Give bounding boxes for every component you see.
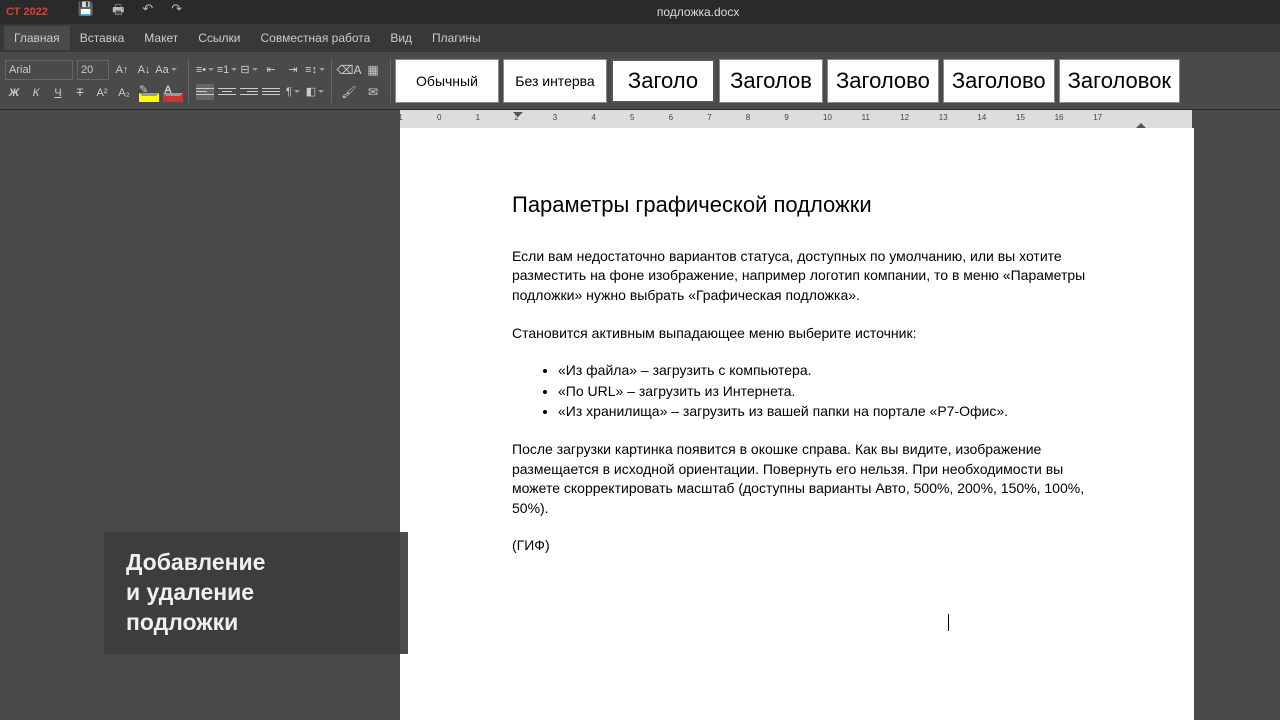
list-item[interactable]: «Из файла» – загрузить с компьютера.: [558, 361, 1112, 381]
bold-button[interactable]: Ж: [5, 84, 23, 102]
tab-view[interactable]: Вид: [380, 26, 422, 50]
tab-insert[interactable]: Вставка: [70, 26, 135, 50]
bullets-button[interactable]: ≡•: [196, 61, 214, 79]
font-size-select[interactable]: [77, 60, 109, 80]
strikethrough-button[interactable]: Т: [71, 84, 89, 102]
video-caption-overlay: Добавление и удаление подложки: [104, 532, 408, 654]
doc-heading[interactable]: Параметры графической подложки: [512, 190, 1112, 221]
tab-collaboration[interactable]: Совместная работа: [251, 26, 381, 50]
app-logo: СТ 2022: [6, 6, 48, 18]
clear-format-button[interactable]: ⌫A: [339, 61, 359, 79]
increase-indent-button[interactable]: ⇥: [284, 61, 302, 79]
style-preset-0[interactable]: Обычный: [395, 59, 499, 103]
insert-field-button[interactable]: ✉: [363, 83, 383, 101]
separator: [390, 59, 391, 103]
borders-button[interactable]: ▦: [363, 61, 383, 79]
change-case-icon[interactable]: Aa: [157, 61, 175, 79]
doc-paragraph[interactable]: После загрузки картинка появится в окошк…: [512, 440, 1112, 518]
font-name-select[interactable]: [5, 60, 73, 80]
align-right-button[interactable]: [240, 84, 258, 100]
align-justify-button[interactable]: [262, 84, 280, 100]
line-spacing-button[interactable]: ≡↕: [306, 61, 324, 79]
align-left-button[interactable]: [196, 84, 214, 100]
doc-paragraph[interactable]: Если вам недостаточно вариантов статуса,…: [512, 247, 1112, 306]
underline-button[interactable]: Ч: [49, 84, 67, 102]
increase-font-icon[interactable]: A↑: [113, 61, 131, 79]
title-bar: СТ 2022 💾 🖶 ↶ ↷ подложка.docx: [0, 0, 1280, 24]
list-item[interactable]: «Из хранилища» – загрузить из вашей папк…: [558, 402, 1112, 422]
numbering-button[interactable]: ≡1: [218, 61, 236, 79]
overlay-line: подложки: [126, 608, 386, 638]
redo-icon[interactable]: ↷: [171, 1, 182, 23]
superscript-button[interactable]: A²: [93, 84, 111, 102]
text-cursor-icon: [948, 614, 949, 631]
page[interactable]: Параметры графической подложки Если вам …: [400, 128, 1194, 720]
style-gallery: ОбычныйБез интерваЗаголоЗаголовЗаголовоЗ…: [395, 59, 1180, 103]
style-preset-1[interactable]: Без интерва: [503, 59, 607, 103]
subscript-button[interactable]: A₂: [115, 84, 133, 102]
save-icon[interactable]: 💾: [78, 1, 94, 23]
style-preset-5[interactable]: Заголово: [943, 59, 1055, 103]
toolbar: A↑ A↓ Aa Ж К Ч Т A² A₂ ≡• ≡1 ⊟ ⇤ ⇥ ≡↕: [0, 52, 1280, 110]
decrease-font-icon[interactable]: A↓: [135, 61, 153, 79]
style-preset-4[interactable]: Заголово: [827, 59, 939, 103]
paragraph-mark-button[interactable]: ¶: [284, 83, 302, 101]
overlay-line: и удаление: [126, 578, 386, 608]
list-item[interactable]: «По URL» – загрузить из Интернета.: [558, 382, 1112, 402]
style-preset-3[interactable]: Заголов: [719, 59, 823, 103]
style-preset-6[interactable]: Заголовок: [1059, 59, 1180, 103]
overlay-line: Добавление: [126, 548, 386, 578]
tab-layout[interactable]: Макет: [134, 26, 188, 50]
undo-icon[interactable]: ↶: [142, 1, 153, 23]
doc-list[interactable]: «Из файла» – загрузить с компьютера. «По…: [558, 361, 1112, 422]
menu-bar: Главная Вставка Макет Ссылки Совместная …: [0, 24, 1280, 52]
quick-access-toolbar: 💾 🖶 ↶ ↷: [78, 1, 182, 23]
shading-button[interactable]: ◧: [306, 83, 324, 101]
separator: [188, 59, 189, 103]
ruler-indent-right-icon[interactable]: [1136, 118, 1146, 128]
tab-home[interactable]: Главная: [4, 26, 70, 50]
separator: [331, 59, 332, 103]
print-icon[interactable]: 🖶: [112, 1, 124, 23]
doc-paragraph[interactable]: Становится активным выпадающее меню выбе…: [512, 324, 1112, 344]
tab-references[interactable]: Ссылки: [188, 26, 250, 50]
multilevel-button[interactable]: ⊟: [240, 61, 258, 79]
doc-paragraph[interactable]: (ГИФ): [512, 536, 1112, 556]
italic-button[interactable]: К: [27, 84, 45, 102]
horizontal-ruler[interactable]: 2101234567891011121314151617: [0, 110, 1280, 128]
font-color-button[interactable]: [161, 84, 181, 102]
tab-plugins[interactable]: Плагины: [422, 26, 491, 50]
decrease-indent-button[interactable]: ⇤: [262, 61, 280, 79]
document-title: подложка.docx: [657, 5, 739, 19]
align-center-button[interactable]: [218, 84, 236, 100]
highlight-color-button[interactable]: [137, 84, 157, 102]
style-preset-2[interactable]: Заголо: [611, 59, 715, 103]
copy-style-button[interactable]: 🖌: [339, 83, 359, 101]
